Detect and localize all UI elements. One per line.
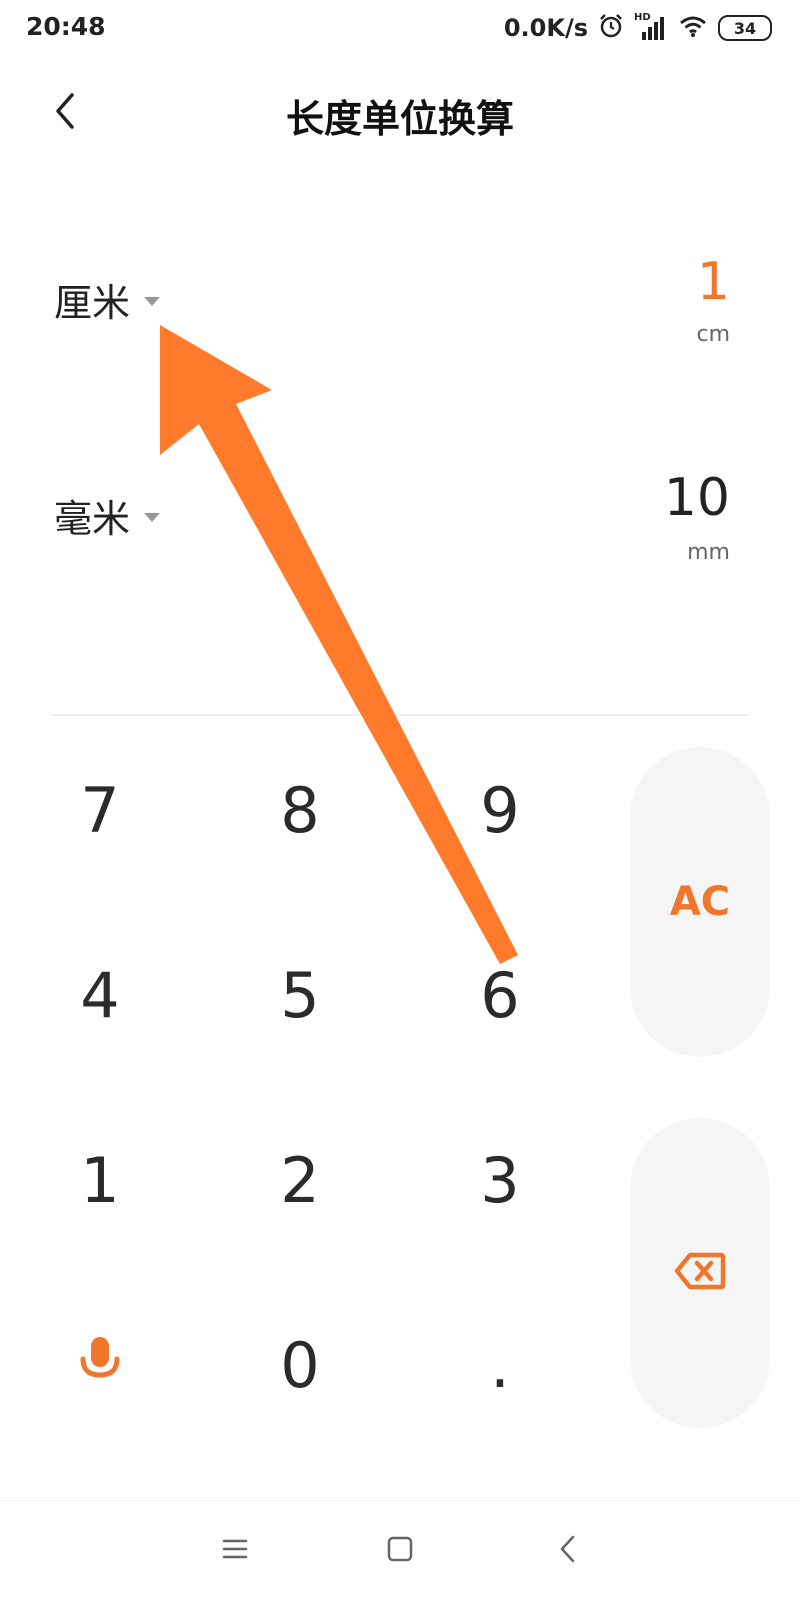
wifi-icon: [678, 13, 708, 43]
to-unit-name: 毫米: [54, 497, 131, 541]
key-0[interactable]: 0: [240, 1305, 360, 1425]
from-unit-selector[interactable]: 厘米: [54, 272, 161, 327]
key-1[interactable]: 1: [40, 1120, 160, 1240]
page-title: 长度单位换算: [285, 97, 514, 141]
home-button[interactable]: [360, 1511, 440, 1591]
key-5[interactable]: 5: [240, 935, 360, 1055]
status-time: 20:48: [26, 12, 106, 41]
microphone-icon: [76, 1329, 124, 1402]
backspace-icon: [674, 1251, 726, 1295]
clear-label: AC: [669, 879, 731, 925]
alarm-clock-icon: [598, 13, 624, 43]
signal-bars-icon: HD: [634, 12, 668, 42]
voice-input-button[interactable]: [40, 1305, 160, 1425]
caret-down-icon: [144, 513, 161, 522]
key-2[interactable]: 2: [240, 1120, 360, 1240]
key-3[interactable]: 3: [440, 1120, 560, 1240]
to-value[interactable]: 10: [664, 468, 730, 528]
from-value[interactable]: 1: [697, 252, 730, 312]
nav-back-icon: [558, 1534, 578, 1568]
backspace-button[interactable]: [630, 1118, 770, 1428]
from-unit-symbol: cm: [696, 322, 730, 347]
key-7[interactable]: 7: [40, 750, 160, 870]
key-9[interactable]: 9: [440, 750, 560, 870]
from-unit-name: 厘米: [54, 281, 131, 325]
system-navigation-bar: [0, 1500, 800, 1601]
key-6[interactable]: 6: [440, 935, 560, 1055]
status-icons: 0.0K/s HD 34: [504, 10, 772, 46]
clear-button[interactable]: AC: [630, 747, 770, 1057]
to-unit-symbol: mm: [687, 540, 730, 565]
nav-back-button[interactable]: [528, 1511, 608, 1591]
key-decimal[interactable]: .: [440, 1305, 560, 1425]
battery-indicator: 34: [718, 15, 772, 41]
key-8[interactable]: 8: [240, 750, 360, 870]
to-unit-selector[interactable]: 毫米: [54, 488, 161, 543]
menu-icon: [222, 1538, 248, 1564]
divider: [50, 714, 750, 716]
home-square-icon: [387, 1536, 413, 1566]
caret-down-icon: [144, 297, 161, 306]
net-speed: 0.0K/s: [503, 14, 588, 42]
menu-button[interactable]: [195, 1511, 275, 1591]
key-4[interactable]: 4: [40, 935, 160, 1055]
